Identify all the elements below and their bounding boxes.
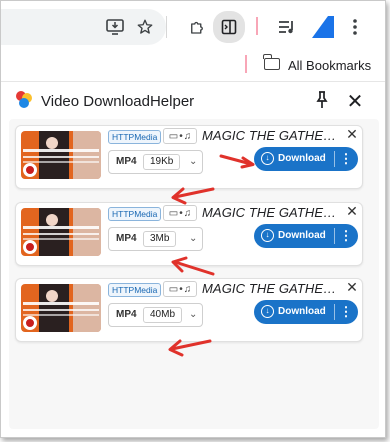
remove-item-icon[interactable]: ✕	[346, 279, 358, 296]
media-item: HTTPMedia ▭ • ♫ MAGIC THE GATHERIN... ✕ MP…	[15, 278, 363, 342]
download-button-group: ↓ Download ⋮	[254, 224, 358, 248]
media-title: MAGIC THE GATHERIN...	[202, 281, 342, 296]
download-icon: ↓	[261, 229, 274, 242]
download-label: Download	[278, 153, 326, 164]
chevron-down-icon: ⌄	[189, 309, 198, 320]
decorative-mark	[256, 17, 258, 35]
download-icon: ↓	[261, 152, 274, 165]
close-panel-icon[interactable]: ✕	[346, 89, 364, 114]
star-icon[interactable]	[131, 13, 159, 41]
annotation-arrow-icon	[171, 187, 215, 205]
folder-icon	[263, 54, 280, 70]
videodownloadhelper-logo-icon	[16, 91, 34, 109]
download-icon: ↓	[261, 305, 274, 318]
music-note-icon: ♫	[183, 283, 192, 295]
film-icon: ▭	[168, 207, 179, 219]
size-label: 40Mb	[143, 307, 183, 323]
download-button[interactable]: ↓ Download	[254, 300, 334, 324]
reading-list-icon[interactable]	[273, 13, 301, 41]
all-bookmarks-link[interactable]: All Bookmarks	[288, 58, 371, 73]
source-badge: HTTPMedia	[108, 130, 162, 144]
menu-icon[interactable]	[341, 13, 369, 41]
variant-select[interactable]: MP4 3Mb ⌄	[108, 227, 203, 251]
more-options-icon[interactable]: ⋮	[336, 302, 356, 322]
pin-icon[interactable]	[314, 91, 330, 109]
video-thumbnail	[21, 208, 101, 256]
toolbar-separator	[166, 16, 167, 38]
side-panel-icon[interactable]	[213, 11, 245, 43]
film-icon: ▭	[168, 283, 179, 295]
source-badge: HTTPMedia	[108, 283, 162, 297]
decorative-mark	[245, 55, 247, 73]
remove-item-icon[interactable]: ✕	[346, 203, 358, 220]
download-label: Download	[278, 230, 326, 241]
download-button[interactable]: ↓ Download	[254, 224, 334, 248]
media-type-icons: ▭ • ♫	[163, 128, 197, 144]
variant-select[interactable]: MP4 40Mb ⌄	[108, 303, 203, 327]
music-note-icon: ♫	[183, 207, 192, 219]
media-title: MAGIC THE GATHERIN...	[202, 205, 342, 220]
install-app-icon[interactable]	[101, 13, 129, 41]
annotation-arrow-icon	[219, 154, 255, 169]
annotation-arrow-icon	[171, 256, 215, 276]
format-label: MP4	[116, 156, 137, 167]
variant-select[interactable]: MP4 19Kb ⌄	[108, 150, 203, 174]
download-label: Download	[278, 306, 326, 317]
source-badge: HTTPMedia	[108, 207, 162, 221]
media-type-icons: ▭ • ♫	[163, 281, 197, 297]
music-note-icon: ♫	[183, 130, 192, 142]
film-icon: ▭	[168, 130, 179, 142]
video-thumbnail	[21, 131, 101, 179]
format-label: MP4	[116, 309, 137, 320]
media-type-icons: ▭ • ♫	[163, 205, 197, 221]
download-button-group: ↓ Download ⋮	[254, 300, 358, 324]
more-options-icon[interactable]: ⋮	[336, 149, 356, 169]
browser-toolbar	[1, 1, 385, 47]
chevron-down-icon: ⌄	[189, 156, 198, 167]
panel-title: Video DownloadHelper	[41, 93, 195, 110]
media-title: MAGIC THE GATHERIN...	[202, 128, 342, 143]
format-label: MP4	[116, 233, 137, 244]
annotation-arrow-icon	[168, 339, 212, 357]
extensions-icon[interactable]	[183, 13, 211, 41]
size-label: 19Kb	[143, 154, 181, 170]
more-options-icon[interactable]: ⋮	[336, 226, 356, 246]
chevron-down-icon: ⌄	[189, 233, 198, 244]
download-button[interactable]: ↓ Download	[254, 147, 334, 171]
size-label: 3Mb	[143, 231, 177, 247]
remove-item-icon[interactable]: ✕	[346, 126, 358, 143]
divider	[1, 81, 385, 82]
browser-window: All Bookmarks Video DownloadHelper ✕ HTT…	[0, 0, 386, 438]
media-item: HTTPMedia ▭ • ♫ MAGIC THE GATHERIN... ✕ MP…	[15, 125, 363, 189]
video-thumbnail	[21, 284, 101, 332]
profile-icon[interactable]	[309, 13, 337, 41]
download-button-group: ↓ Download ⋮	[254, 147, 358, 171]
